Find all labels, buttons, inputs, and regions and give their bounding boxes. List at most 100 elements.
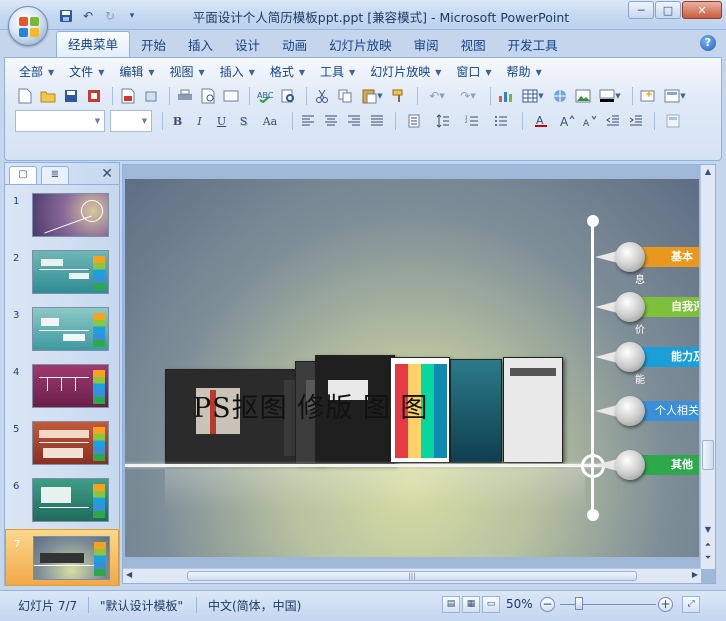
align-center-icon[interactable] xyxy=(321,111,341,131)
menu-file[interactable]: 文件 ▼ xyxy=(63,62,113,82)
slide-view-icon[interactable] xyxy=(221,86,241,106)
hyperlink-icon[interactable] xyxy=(550,86,570,106)
attach-icon[interactable] xyxy=(141,86,161,106)
vertical-scrollbar[interactable]: ▲ ▼ ⏶ ⏷ xyxy=(700,165,715,569)
align-left-icon[interactable] xyxy=(298,111,318,131)
minimize-button[interactable]: ─ xyxy=(628,1,654,19)
scroll-right-icon[interactable]: ▶ xyxy=(692,570,698,579)
underline-button[interactable]: U xyxy=(212,112,231,131)
justify-icon[interactable] xyxy=(367,111,387,131)
font-color-icon[interactable]: A xyxy=(528,111,554,131)
theme-name[interactable]: "默认设计模板" xyxy=(100,597,183,614)
decrease-indent-icon[interactable] xyxy=(603,111,623,131)
slides-tab-icon[interactable]: ▢ xyxy=(9,166,37,184)
slide-thumbnail[interactable]: 4 xyxy=(5,358,119,415)
next-slide-icon[interactable]: ⏷ xyxy=(702,553,714,563)
spelling-icon[interactable]: ABC xyxy=(255,86,275,106)
zoom-out-icon[interactable]: − xyxy=(540,597,555,612)
save-icon[interactable] xyxy=(61,86,81,106)
picture-icon[interactable] xyxy=(573,86,593,106)
label-skills[interactable]: 能力及技 xyxy=(637,347,699,367)
zoom-level[interactable]: 50% xyxy=(506,597,533,611)
scroll-thumb[interactable]: ||| xyxy=(187,571,637,581)
format-painter-icon[interactable] xyxy=(389,86,409,106)
redo-icon[interactable]: ↷ ▼ xyxy=(454,86,482,106)
scroll-thumb[interactable] xyxy=(702,440,714,470)
menu-window[interactable]: 窗口 ▼ xyxy=(450,62,500,82)
chart-icon[interactable] xyxy=(496,86,516,106)
horizontal-scrollbar[interactable]: ◀ ||| ▶ xyxy=(123,568,701,583)
design-icon[interactable] xyxy=(660,111,686,131)
slide-layout-icon[interactable]: ▼ xyxy=(661,86,689,106)
tab-slideshow[interactable]: 幻灯片放映 xyxy=(318,34,403,57)
slide-title[interactable]: PS抠图 修版 图 图 xyxy=(193,386,428,425)
cut-icon[interactable] xyxy=(312,86,332,106)
increase-indent-icon[interactable] xyxy=(626,111,646,131)
table-icon[interactable]: ▼ xyxy=(519,86,547,106)
menu-tools[interactable]: 工具 ▼ xyxy=(314,62,364,82)
print-icon[interactable] xyxy=(175,86,195,106)
tab-animation[interactable]: 动画 xyxy=(271,34,318,57)
shrink-font-icon[interactable]: A xyxy=(580,111,600,131)
previous-slide-icon[interactable]: ⏶ xyxy=(702,540,714,550)
numbering-icon[interactable]: 12 xyxy=(459,111,485,131)
help-icon[interactable]: ? xyxy=(700,35,716,51)
maximize-button[interactable]: □ xyxy=(655,1,681,19)
bold-button[interactable]: B xyxy=(168,112,187,131)
undo-icon[interactable]: ↶ ▼ xyxy=(423,86,451,106)
close-icon[interactable]: ✕ xyxy=(101,166,113,182)
text-direction-icon[interactable] xyxy=(401,111,427,131)
tab-developer[interactable]: 开发工具 xyxy=(497,34,569,57)
label-experience[interactable]: 个人相关经 xyxy=(637,401,699,421)
open-icon[interactable] xyxy=(38,86,58,106)
font-name-combo[interactable]: ▼ xyxy=(15,110,105,132)
tab-home[interactable]: 开始 xyxy=(130,34,177,57)
research-icon[interactable] xyxy=(278,86,298,106)
normal-view-icon[interactable]: ▤ xyxy=(442,596,460,613)
scroll-left-icon[interactable]: ◀ xyxy=(126,570,132,579)
current-slide[interactable]: PS抠图 修版 图 图 基本 息 自我评 价 能力及技 能 个人相关经 其他 xyxy=(125,179,699,557)
slideshow-view-icon[interactable]: ▭ xyxy=(482,596,500,613)
grow-font-icon[interactable]: A xyxy=(557,111,577,131)
language-indicator[interactable]: 中文(简体，中国) xyxy=(208,597,301,614)
outline-tab-icon[interactable]: ≣ xyxy=(41,166,69,184)
shadow-button[interactable]: S xyxy=(234,112,253,131)
menu-view[interactable]: 视图 ▼ xyxy=(164,62,214,82)
tab-classic-menu[interactable]: 经典菜单 xyxy=(56,31,131,57)
label-other[interactable]: 其他 xyxy=(637,455,699,475)
export-pdf-icon[interactable] xyxy=(118,86,138,106)
zoom-in-icon[interactable]: + xyxy=(658,597,673,612)
menu-edit[interactable]: 编辑 ▼ xyxy=(113,62,163,82)
paste-icon[interactable]: ▼ xyxy=(358,86,386,106)
slide-thumbnail[interactable]: 1 xyxy=(5,187,119,244)
fit-to-window-icon[interactable]: ⤢ xyxy=(682,596,700,613)
font-size-combo[interactable]: ▼ xyxy=(110,110,152,132)
scroll-up-icon[interactable]: ▲ xyxy=(702,167,714,176)
close-button[interactable]: ✕ xyxy=(682,1,722,19)
change-case-button[interactable]: Aa xyxy=(256,112,284,131)
tab-design[interactable]: 设计 xyxy=(224,34,271,57)
slide-thumbnail[interactable]: 6 xyxy=(5,472,119,529)
zoom-slider-thumb[interactable] xyxy=(575,597,583,610)
menu-all[interactable]: 全部 ▼ xyxy=(13,62,63,82)
copy-icon[interactable] xyxy=(335,86,355,106)
permission-icon[interactable] xyxy=(84,86,104,106)
color-scheme-icon[interactable]: ▼ xyxy=(596,86,624,106)
menu-slideshow[interactable]: 幻灯片放映 ▼ xyxy=(364,62,450,82)
align-right-icon[interactable] xyxy=(344,111,364,131)
scroll-down-icon[interactable]: ▼ xyxy=(702,525,714,534)
office-button[interactable] xyxy=(8,6,48,46)
slide-thumbnail[interactable]: 2 xyxy=(5,244,119,301)
label-self-eval[interactable]: 自我评 xyxy=(637,297,699,317)
new-slide-icon[interactable] xyxy=(638,86,658,106)
slide-sorter-view-icon[interactable]: ▦ xyxy=(462,596,480,613)
italic-button[interactable]: I xyxy=(190,112,209,131)
menu-insert[interactable]: 插入 ▼ xyxy=(214,62,264,82)
slide-thumbnail[interactable]: 3 xyxy=(5,301,119,358)
menu-format[interactable]: 格式 ▼ xyxy=(264,62,314,82)
menu-help[interactable]: 帮助 ▼ xyxy=(501,62,551,82)
slide-thumbnail-selected[interactable]: 7 xyxy=(5,529,119,586)
label-basic-info[interactable]: 基本 xyxy=(637,247,699,267)
line-spacing-icon[interactable] xyxy=(430,111,456,131)
bullets-icon[interactable] xyxy=(488,111,514,131)
